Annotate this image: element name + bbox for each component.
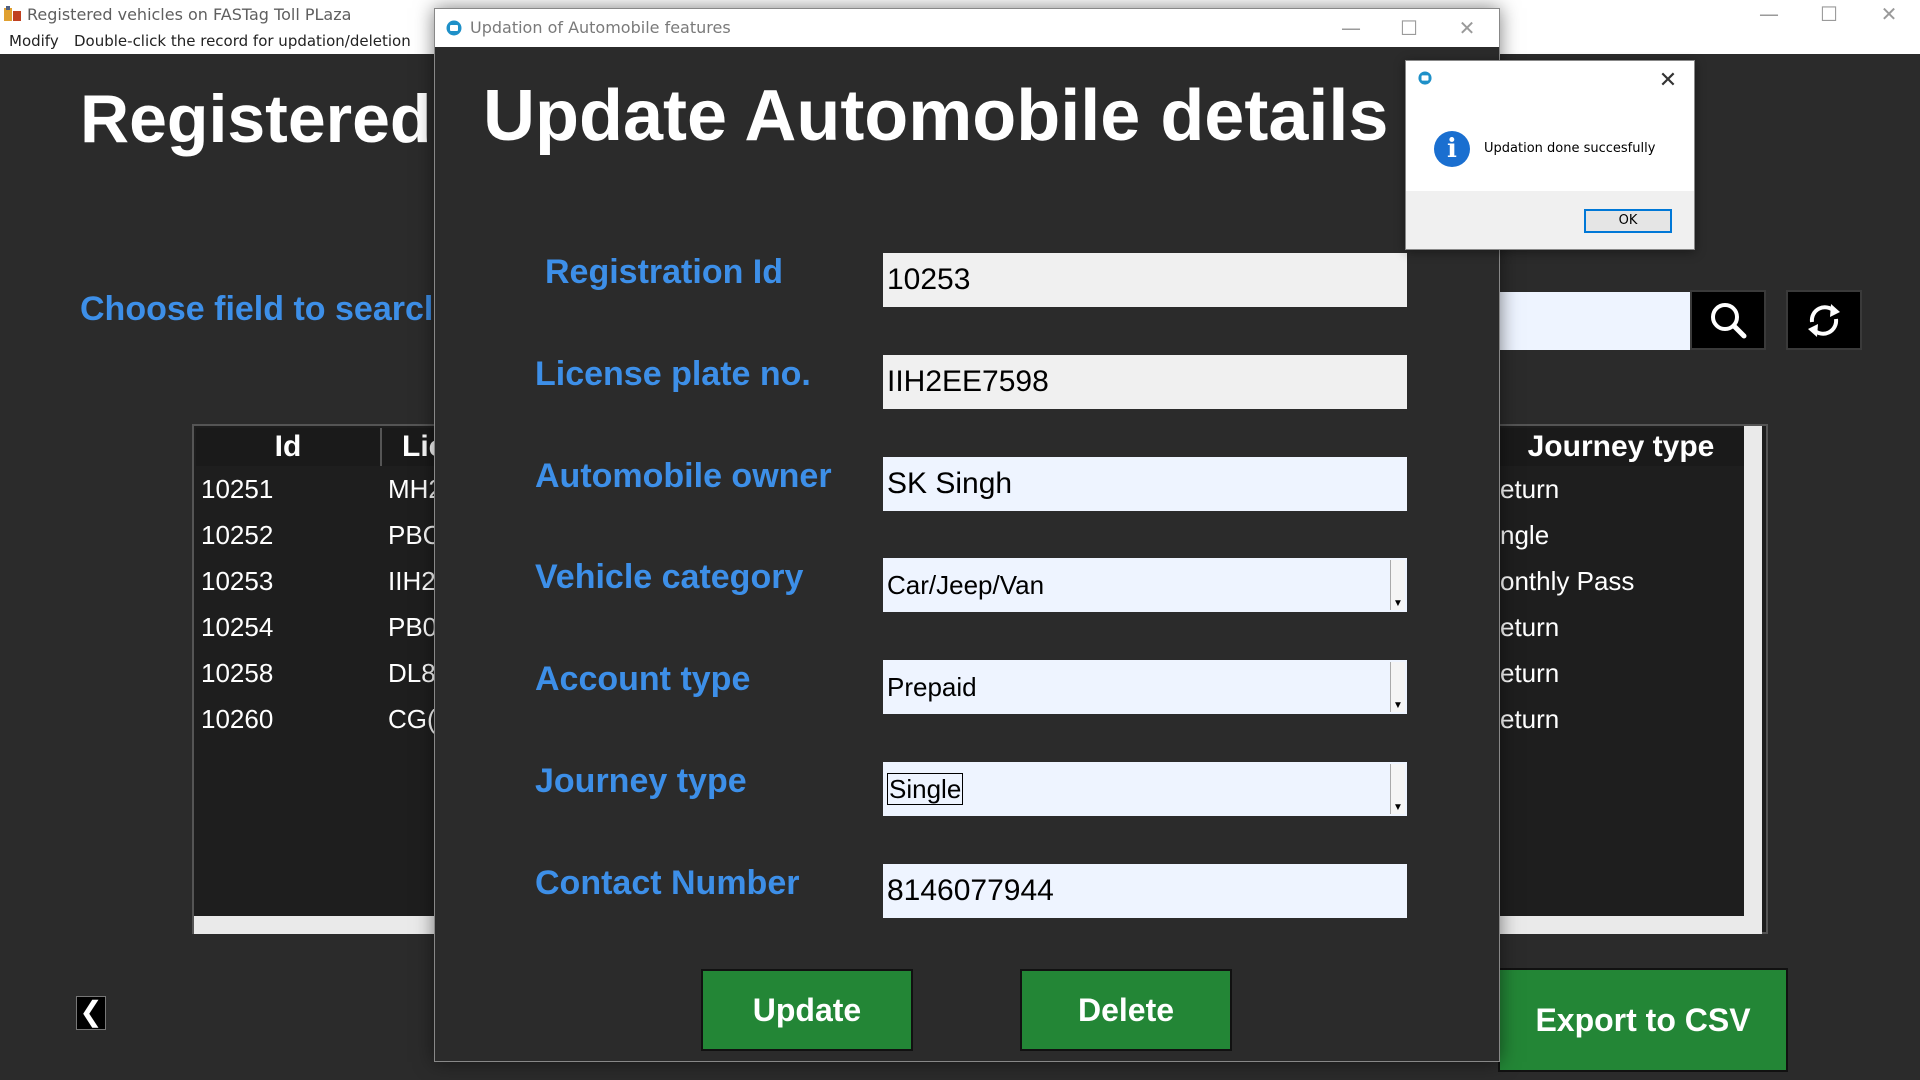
table-cell-id[interactable]: 10253 [201, 566, 273, 597]
message-area: ✕ i Updation done succesfully [1406, 61, 1694, 191]
dialog-close-button[interactable]: ✕ [1439, 9, 1495, 47]
page-title: Registered [80, 81, 432, 157]
chevron-down-icon[interactable]: ▼ [1390, 560, 1405, 610]
column-header-journey[interactable]: Journey type [1498, 428, 1746, 466]
table-cell-license[interactable]: CG( [388, 704, 436, 735]
close-button[interactable]: ✕ [1860, 0, 1918, 29]
table-cell-id[interactable]: 10252 [201, 520, 273, 551]
license-plate-field[interactable]: IIH2EE7598 [881, 353, 1409, 411]
search-icon [1711, 303, 1747, 339]
search-input[interactable] [1495, 292, 1690, 350]
dialog-title: Updation of Automobile features [470, 18, 731, 37]
table-cell-id[interactable]: 10260 [201, 704, 273, 735]
table-cell-journey[interactable]: eturn [1500, 658, 1559, 689]
table-cell-id[interactable]: 10251 [201, 474, 273, 505]
account-type-value: Prepaid [887, 672, 977, 702]
column-header-id[interactable]: Id [196, 428, 382, 466]
search-button[interactable] [1690, 290, 1766, 350]
window-title: Registered vehicles on FASTag Toll PLaza [27, 5, 352, 24]
journey-type-value: Single [887, 773, 964, 805]
account-type-combo[interactable]: Prepaid ▼ [881, 658, 1409, 716]
ok-button[interactable]: OK [1584, 209, 1672, 233]
vehicle-category-value: Car/Jeep/Van [887, 570, 1045, 600]
table-cell-journey[interactable]: ngle [1500, 520, 1549, 551]
info-message-box: ✕ i Updation done succesfully OK [1405, 60, 1695, 250]
table-cell-journey[interactable]: eturn [1500, 704, 1559, 735]
refresh-button[interactable] [1786, 290, 1862, 350]
search-field-label: Choose field to searcl [80, 290, 434, 328]
journey-type-label: Journey type [535, 762, 747, 800]
table-cell-journey[interactable]: eturn [1500, 612, 1559, 643]
menu-hint[interactable]: Double-click the record for updation/del… [74, 32, 411, 50]
owner-label: Automobile owner [535, 457, 832, 495]
chevron-down-icon[interactable]: ▼ [1390, 662, 1405, 712]
message-text: Updation done succesfully [1484, 141, 1656, 156]
table-cell-id[interactable]: 10258 [201, 658, 273, 689]
dialog-app-icon [446, 20, 462, 36]
owner-field[interactable]: SK Singh [881, 455, 1409, 513]
chevron-left-icon: ❮ [79, 996, 103, 1027]
table-cell-journey[interactable]: onthly Pass [1500, 566, 1634, 597]
table-cell-license[interactable]: PB0 [388, 612, 437, 643]
delete-button[interactable]: Delete [1020, 969, 1232, 1051]
dialog-titlebar: Updation of Automobile features — ☐ ✕ [435, 9, 1499, 47]
refresh-icon [1808, 304, 1840, 337]
contact-number-field[interactable]: 8146077944 [881, 862, 1409, 920]
export-csv-button[interactable]: Export to CSV [1498, 968, 1788, 1072]
journey-type-combo[interactable]: Single ▼ [881, 760, 1409, 818]
registration-id-label: Registration Id [545, 253, 784, 291]
minimize-button[interactable]: — [1740, 0, 1798, 29]
app-icon [4, 6, 21, 21]
dialog-maximize-button[interactable]: ☐ [1381, 9, 1437, 47]
chevron-down-icon[interactable]: ▼ [1390, 764, 1405, 814]
table-cell-id[interactable]: 10254 [201, 612, 273, 643]
account-type-label: Account type [535, 660, 751, 698]
registration-id-field[interactable]: 10253 [881, 251, 1409, 309]
info-icon: i [1434, 131, 1470, 167]
contact-number-label: Contact Number [535, 864, 800, 902]
dialog-heading: Update Automobile details [483, 76, 1389, 156]
update-dialog: Updation of Automobile features — ☐ ✕ Up… [434, 8, 1500, 1062]
vehicle-category-label: Vehicle category [535, 558, 804, 596]
message-app-icon [1418, 71, 1432, 85]
license-plate-label: License plate no. [535, 355, 811, 393]
table-cell-license[interactable]: IIH2 [388, 566, 436, 597]
dialog-minimize-button[interactable]: — [1323, 9, 1379, 47]
table-cell-license[interactable]: DL8 [388, 658, 436, 689]
update-button[interactable]: Update [701, 969, 913, 1051]
menu-modify[interactable]: Modify [9, 32, 59, 50]
back-button[interactable]: ❮ [76, 996, 106, 1030]
message-close-button[interactable]: ✕ [1652, 67, 1684, 95]
table-cell-journey[interactable]: eturn [1500, 474, 1559, 505]
maximize-button[interactable]: ☐ [1800, 0, 1858, 29]
vertical-scrollbar[interactable] [1744, 426, 1762, 916]
vehicle-category-combo[interactable]: Car/Jeep/Van ▼ [881, 556, 1409, 614]
